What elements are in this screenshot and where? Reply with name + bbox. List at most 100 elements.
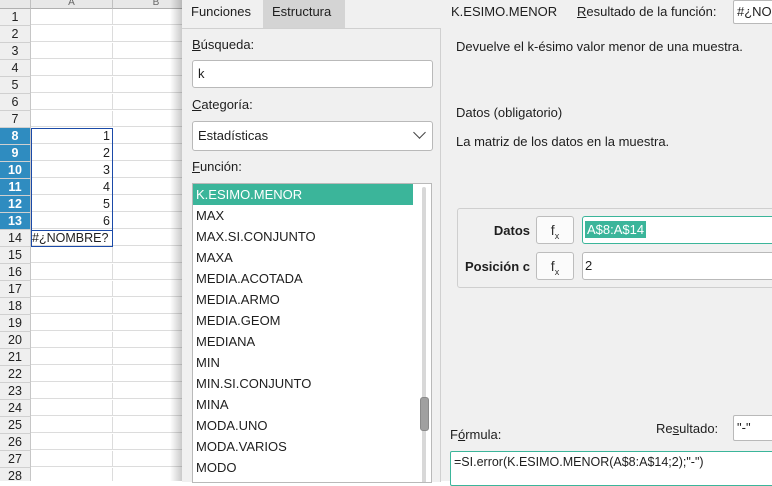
tab-functions[interactable]: Funciones <box>182 0 263 28</box>
function-list-item[interactable]: MAX.SI.CONJUNTO <box>193 226 413 247</box>
column-header-a[interactable]: A <box>31 0 113 9</box>
function-description: Devuelve el k-ésimo valor menor de una m… <box>456 39 743 54</box>
row-header[interactable]: 13 <box>0 213 31 230</box>
cell-a[interactable] <box>31 332 113 348</box>
function-list-item[interactable]: K.ESIMO.MENOR <box>193 184 413 205</box>
function-label: Función: <box>192 159 242 174</box>
function-result-label: Resultado de la función: <box>577 4 717 19</box>
row-header[interactable]: 24 <box>0 400 31 417</box>
function-list-item[interactable]: MODA.UNO <box>193 415 413 436</box>
cell-a[interactable] <box>31 9 113 25</box>
scrollbar-thumb[interactable] <box>420 397 429 431</box>
cell-a[interactable] <box>31 298 113 314</box>
function-list-item[interactable]: MINA <box>193 394 413 415</box>
cell-a[interactable]: 1 <box>31 128 113 144</box>
row-header[interactable]: 22 <box>0 366 31 383</box>
row-header[interactable]: 15 <box>0 247 31 264</box>
corner-header[interactable] <box>0 0 31 9</box>
fx-button-datos[interactable]: fx <box>536 216 574 244</box>
function-list-scrollbar[interactable] <box>418 187 430 482</box>
row-header[interactable]: 9 <box>0 145 31 162</box>
row-header[interactable]: 16 <box>0 264 31 281</box>
category-label-mnemonic: C <box>192 97 202 112</box>
function-list[interactable]: K.ESIMO.MENOR MAX MAX.SI.CONJUNTO MAXA MEDIA… <box>192 183 432 483</box>
function-items: K.ESIMO.MENOR MAX MAX.SI.CONJUNTO MAXA MEDIA… <box>193 184 431 478</box>
fx-button-posicion[interactable]: fx <box>536 252 574 280</box>
chevron-down-icon <box>413 126 426 139</box>
row-header[interactable]: 18 <box>0 298 31 315</box>
cell-a[interactable]: #¿NOMBRE? <box>31 230 113 246</box>
category-select[interactable]: Estadísticas <box>192 121 433 151</box>
row-header[interactable]: 2 <box>0 26 31 43</box>
cell-a[interactable]: 2 <box>31 145 113 161</box>
row-header[interactable]: 8 <box>0 128 31 145</box>
function-name: K.ESIMO.MENOR <box>451 4 558 19</box>
cell-a[interactable] <box>31 26 113 42</box>
row-header[interactable]: 20 <box>0 332 31 349</box>
arg-input-datos[interactable]: A$8:A$14 <box>582 216 772 244</box>
formula-label-text: F <box>450 427 458 442</box>
cell-a[interactable] <box>31 366 113 382</box>
row-header[interactable]: 19 <box>0 315 31 332</box>
cell-a[interactable] <box>31 315 113 331</box>
function-list-item[interactable]: MEDIA.ACOTADA <box>193 268 413 289</box>
cell-a[interactable] <box>31 247 113 263</box>
cell-a[interactable]: 5 <box>31 196 113 212</box>
row-header[interactable]: 27 <box>0 451 31 468</box>
arg-input-datos-selection: A$8:A$14 <box>585 221 647 238</box>
function-list-item[interactable]: MAX <box>193 205 413 226</box>
function-list-item[interactable]: MEDIA.ARMO <box>193 289 413 310</box>
cell-a[interactable] <box>31 111 113 127</box>
cell-a[interactable] <box>31 60 113 76</box>
cell-a[interactable] <box>31 94 113 110</box>
row-header[interactable]: 1 <box>0 9 31 26</box>
cell-a[interactable] <box>31 383 113 399</box>
row-header[interactable]: 14 <box>0 230 31 247</box>
cell-a[interactable] <box>31 400 113 416</box>
function-list-item[interactable]: MIN <box>193 352 413 373</box>
category-label: Categoría: <box>192 97 253 112</box>
arg-input-posicion[interactable]: 2 <box>582 252 772 280</box>
row-header[interactable]: 12 <box>0 196 31 213</box>
cell-a[interactable] <box>31 349 113 365</box>
row-header[interactable]: 6 <box>0 94 31 111</box>
cell-a[interactable] <box>31 468 113 481</box>
function-list-item[interactable]: MEDIANA <box>193 331 413 352</box>
cell-a[interactable] <box>31 43 113 59</box>
function-list-item[interactable]: MODA.VARIOS <box>193 436 413 457</box>
argument-description: La matriz de los datos en la muestra. <box>456 134 670 149</box>
row-header[interactable]: 23 <box>0 383 31 400</box>
function-list-item[interactable]: MAXA <box>193 247 413 268</box>
row-header[interactable]: 28 <box>0 468 31 481</box>
cell-a[interactable] <box>31 264 113 280</box>
row-header[interactable]: 11 <box>0 179 31 196</box>
row-header[interactable]: 3 <box>0 43 31 60</box>
row-header[interactable]: 25 <box>0 417 31 434</box>
cell-a[interactable] <box>31 417 113 433</box>
result-label-rest: ultado: <box>679 421 719 436</box>
cell-a[interactable]: 4 <box>31 179 113 195</box>
row-header[interactable]: 5 <box>0 77 31 94</box>
function-list-item[interactable]: MODO <box>193 457 413 478</box>
function-list-item[interactable]: MIN.SI.CONJUNTO <box>193 373 413 394</box>
arg-input-posicion-value: 2 <box>585 258 593 273</box>
search-input[interactable]: k <box>192 60 433 88</box>
row-header[interactable]: 10 <box>0 162 31 179</box>
cell-a[interactable]: 3 <box>31 162 113 178</box>
cell-a[interactable] <box>31 434 113 450</box>
row-header[interactable]: 4 <box>0 60 31 77</box>
cell-a[interactable] <box>31 281 113 297</box>
formula-label: Fórmula: <box>450 427 502 442</box>
result-label-text: Re <box>656 421 673 436</box>
tab-structure[interactable]: Estructura <box>263 0 345 28</box>
row-header[interactable]: 7 <box>0 111 31 128</box>
cell-a[interactable] <box>31 77 113 93</box>
scrollbar-track[interactable] <box>422 187 426 482</box>
function-list-item[interactable]: MEDIA.GEOM <box>193 310 413 331</box>
cell-a[interactable] <box>31 451 113 467</box>
row-header[interactable]: 21 <box>0 349 31 366</box>
row-header[interactable]: 17 <box>0 281 31 298</box>
category-value: Estadísticas <box>198 128 269 143</box>
row-header[interactable]: 26 <box>0 434 31 451</box>
cell-a[interactable]: 6 <box>31 213 113 229</box>
